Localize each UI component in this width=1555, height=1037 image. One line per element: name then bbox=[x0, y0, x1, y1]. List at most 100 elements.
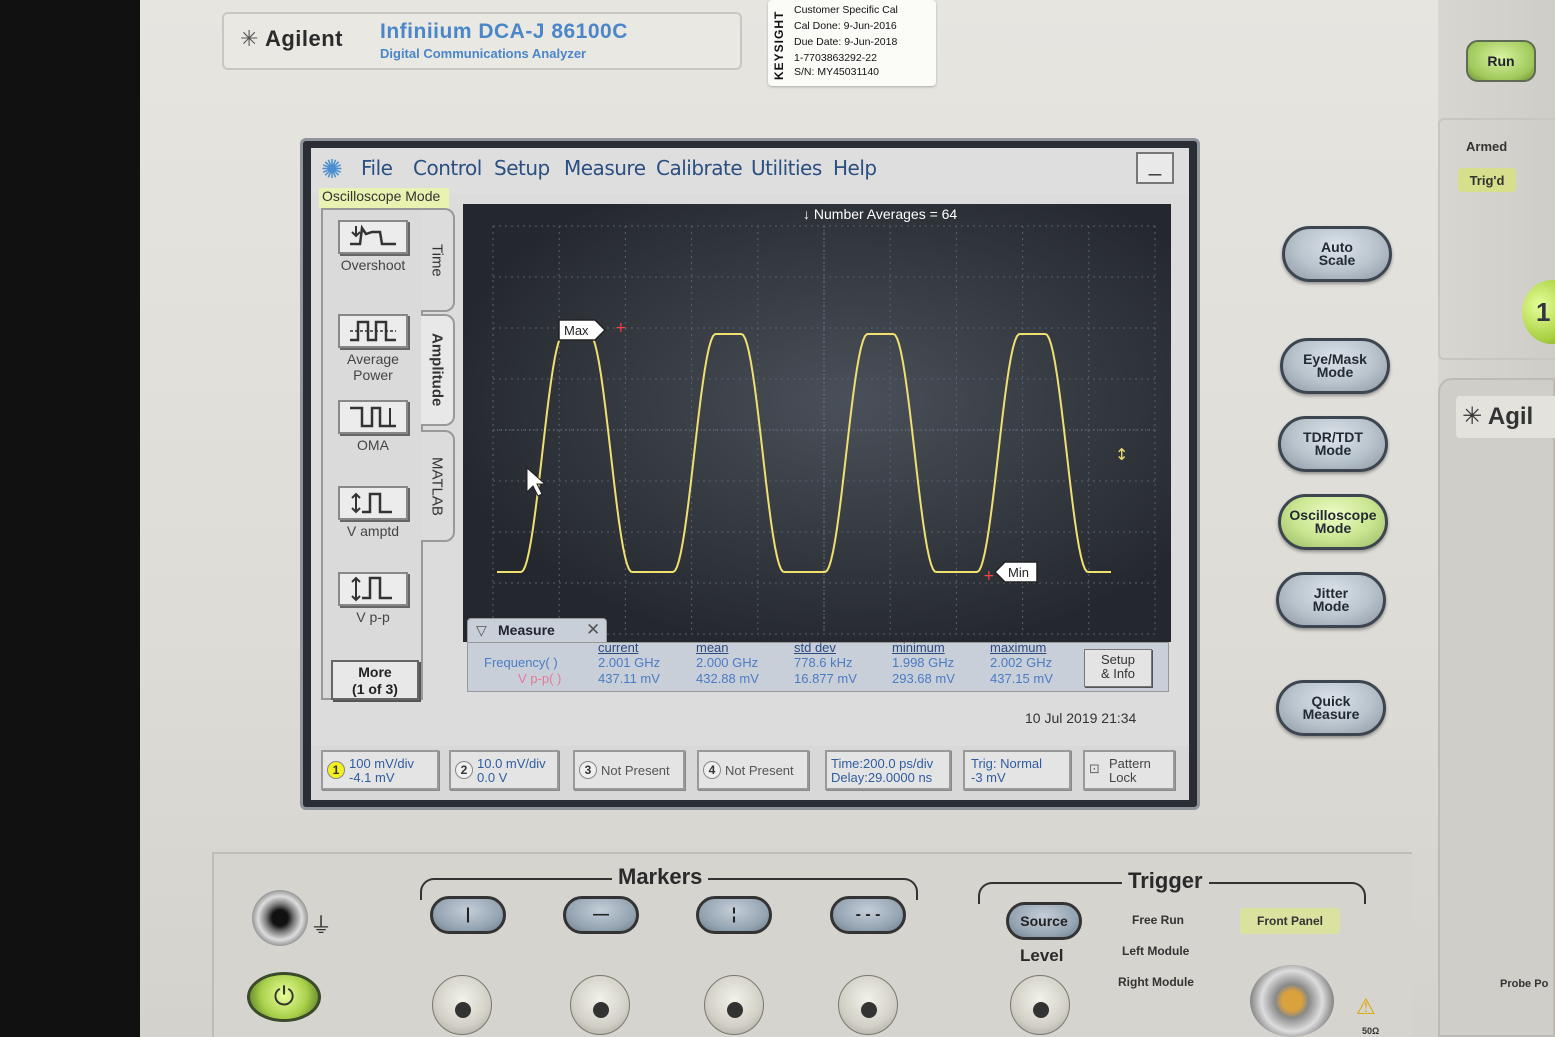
trigger-title: Trigger bbox=[1122, 868, 1209, 894]
marker-vertical-button[interactable]: | bbox=[430, 896, 506, 934]
max-crosshair: + bbox=[615, 320, 627, 336]
menu-file[interactable]: File bbox=[361, 156, 393, 180]
timebase-status[interactable]: Time:200.0 ps/div Delay:29.0000 ns bbox=[825, 750, 951, 790]
pattern-lock-button[interactable]: ⊡ Pattern Lock bbox=[1083, 750, 1175, 790]
overshoot-button[interactable]: Overshoot bbox=[333, 220, 413, 273]
tdr-tdt-mode-button[interactable]: TDR/TDT Mode bbox=[1278, 416, 1388, 472]
freq-current: 2.001 GHz bbox=[598, 655, 661, 670]
calibration-sticker: KEYSIGHT Customer Specific Cal Cal Done:… bbox=[768, 0, 936, 86]
ch4-number: 4 bbox=[703, 761, 721, 779]
ch1-scale: 100 mV/div bbox=[349, 756, 415, 771]
ch2-scale: 10.0 mV/div bbox=[477, 756, 546, 771]
agilent-spark-menu-icon[interactable]: ✺ bbox=[321, 154, 343, 185]
power-button[interactable]: ⏻ bbox=[247, 972, 321, 1022]
number-averages-label: ↓ Number Averages = 64 bbox=[803, 206, 957, 222]
probe-power-label: Probe Po bbox=[1500, 978, 1549, 990]
front-panel-indicator: Front Panel bbox=[1240, 908, 1340, 934]
header-maximum: maximum bbox=[990, 640, 1047, 655]
tab-matlab[interactable]: MATLAB bbox=[421, 430, 455, 542]
waveform-display[interactable]: + Max + Min ↕ ↓ Number Averages = 64 bbox=[463, 204, 1171, 642]
vpp-label: V p-p( ) bbox=[518, 671, 562, 686]
v-amptd-button[interactable]: V amptd bbox=[333, 486, 413, 539]
min-marker-label: Min bbox=[1008, 565, 1029, 580]
setup-info-button[interactable]: Setup & Info bbox=[1084, 649, 1152, 687]
markers-title: Markers bbox=[612, 864, 709, 890]
vpp-mean: 432.88 mV bbox=[696, 671, 759, 686]
model-subtitle: Digital Communications Analyzer bbox=[380, 46, 587, 61]
max-marker: Max bbox=[558, 319, 607, 341]
menu-measure[interactable]: Measure bbox=[564, 156, 646, 180]
marker-vertical-dashed-button[interactable]: ¦ bbox=[696, 896, 772, 934]
menu-help[interactable]: Help bbox=[833, 156, 877, 180]
oma-icon bbox=[338, 400, 408, 434]
min-marker: Min bbox=[993, 561, 1038, 583]
marker-off-button[interactable]: - - - bbox=[830, 896, 906, 934]
oscilloscope-mode-label: Oscilloscope Mode bbox=[319, 188, 449, 208]
marker-horizontal-button[interactable]: — bbox=[563, 896, 639, 934]
average-power-button[interactable]: Average Power bbox=[333, 314, 413, 383]
eye-mask-mode-button[interactable]: Eye/Mask Mode bbox=[1280, 338, 1390, 394]
lock-icon: ⊡ bbox=[1089, 761, 1100, 776]
header-mean: mean bbox=[696, 640, 729, 655]
v-pp-button[interactable]: V p-p bbox=[333, 572, 413, 625]
menu-control[interactable]: Control bbox=[413, 156, 482, 180]
tab-time[interactable]: Time bbox=[421, 208, 455, 312]
menu-setup[interactable]: Setup bbox=[494, 156, 550, 180]
trigger-source-button[interactable]: Source bbox=[1006, 902, 1082, 940]
minimize-button[interactable]: _ bbox=[1136, 152, 1174, 184]
tab-amplitude[interactable]: Amplitude bbox=[421, 314, 455, 426]
trigger-level: -3 mV bbox=[971, 770, 1006, 785]
menu-utilities[interactable]: Utilities bbox=[751, 156, 822, 180]
waveform-svg: + Max + Min ↕ bbox=[492, 225, 1156, 635]
timebase-text: Time:200.0 ps/div Delay:29.0000 ns bbox=[831, 757, 933, 785]
channel-4-status[interactable]: 4 Not Present bbox=[697, 750, 809, 790]
header-minimum: minimum bbox=[892, 640, 945, 655]
header-current: current bbox=[598, 640, 639, 655]
trigger-status[interactable]: Trig: Normal -3 mV bbox=[963, 750, 1071, 790]
measure-table: current mean std dev minimum maximum Fre… bbox=[467, 640, 1169, 692]
marker-knob-1[interactable] bbox=[432, 975, 492, 1035]
warning-icon: ⚠ bbox=[1356, 994, 1376, 1019]
ch2-text: 10.0 mV/div 0.0 V bbox=[477, 757, 546, 785]
marker-knob-2[interactable] bbox=[570, 975, 630, 1035]
jitter-mode-button[interactable]: Jitter Mode bbox=[1276, 572, 1386, 628]
marker-knob-4[interactable] bbox=[838, 975, 898, 1035]
overshoot-label: Overshoot bbox=[340, 257, 406, 273]
marker-knob-3[interactable] bbox=[704, 975, 764, 1035]
more-button[interactable]: More (1 of 3) bbox=[331, 660, 419, 700]
measure-tab[interactable]: ▽ Measure ✕ bbox=[467, 618, 607, 642]
ch2-number: 2 bbox=[455, 761, 473, 779]
tab-time-label: Time bbox=[428, 243, 446, 277]
overshoot-icon bbox=[338, 220, 408, 254]
left-module-label: Left Module bbox=[1122, 944, 1190, 958]
quick-measure-button[interactable]: Quick Measure bbox=[1276, 680, 1386, 736]
run-button[interactable]: Run bbox=[1466, 40, 1536, 82]
channel-2-status[interactable]: 2 10.0 mV/div 0.0 V bbox=[449, 750, 559, 790]
waveform-trace bbox=[497, 333, 1111, 573]
more-line1: More bbox=[358, 664, 392, 680]
collapse-icon[interactable]: ▽ bbox=[476, 622, 487, 639]
trigger-level-knob[interactable] bbox=[1010, 975, 1070, 1035]
mouse-cursor-icon bbox=[526, 466, 547, 497]
menu-calibrate[interactable]: Calibrate bbox=[656, 156, 743, 180]
right-module-label: Right Module bbox=[1118, 975, 1194, 989]
close-icon[interactable]: ✕ bbox=[586, 620, 600, 640]
channel-1-status[interactable]: 1 100 mV/div -4.1 mV bbox=[321, 750, 439, 790]
trigger-level-marker: ↕ bbox=[1115, 445, 1128, 464]
level-label: Level bbox=[1014, 946, 1070, 966]
auto-scale-button[interactable]: Auto Scale bbox=[1282, 226, 1392, 282]
header-std-dev: std dev bbox=[794, 640, 836, 655]
freq-maximum: 2.002 GHz bbox=[990, 655, 1053, 670]
oscilloscope-mode-button[interactable]: Oscilloscope Mode bbox=[1278, 494, 1388, 550]
jitter-line2: Mode bbox=[1312, 598, 1350, 614]
oma-button[interactable]: OMA bbox=[333, 400, 413, 453]
pattern-line1: Pattern bbox=[1109, 756, 1151, 771]
vpp-minimum: 293.68 mV bbox=[892, 671, 955, 686]
model-title: Infiniium DCA-J 86100C bbox=[380, 20, 628, 43]
module-spark-icon: ✳ bbox=[1462, 403, 1488, 430]
tab-matlab-label: MATLAB bbox=[428, 456, 446, 516]
trigger-text: Trig: Normal -3 mV bbox=[971, 757, 1042, 785]
channel-3-status[interactable]: 3 Not Present bbox=[573, 750, 685, 790]
oma-label: OMA bbox=[357, 437, 389, 453]
average-power-icon bbox=[338, 314, 408, 348]
